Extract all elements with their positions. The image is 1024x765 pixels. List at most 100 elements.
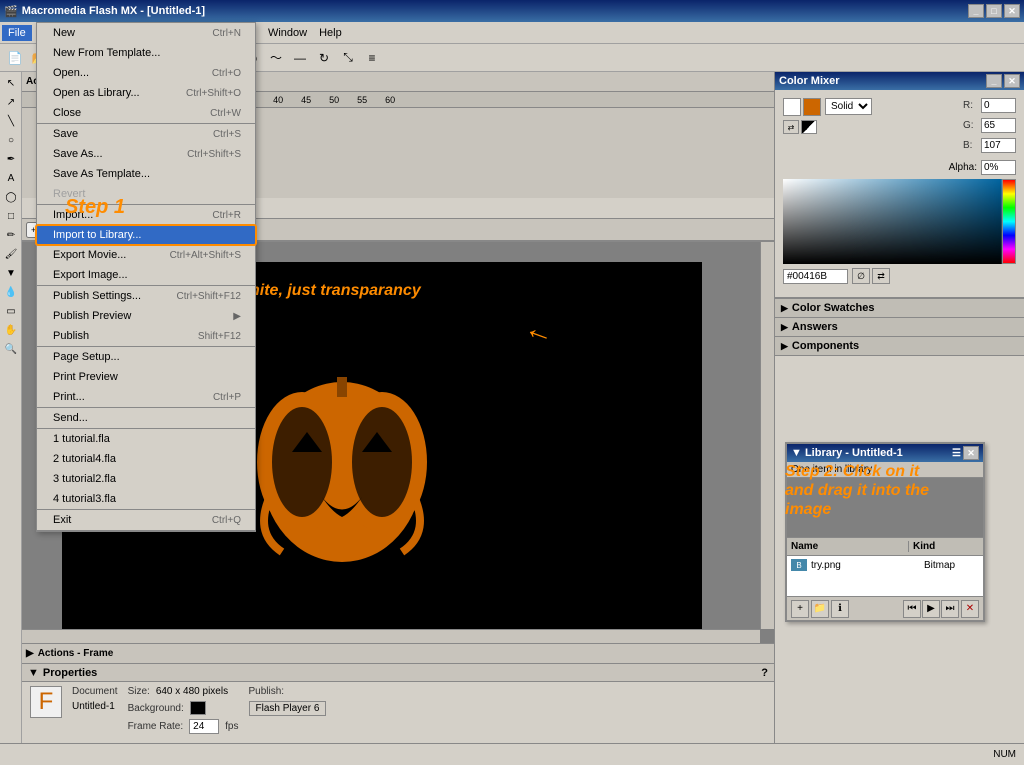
library-panel: ▼ Library - Untitled-1 ☰ ✕ One item in l…	[785, 442, 985, 622]
oval-tool[interactable]: ◯	[2, 188, 20, 206]
menu-recent-4[interactable]: 4 tutorial3.fla	[37, 489, 255, 509]
menu-import-to-library[interactable]: Import to Library...	[37, 225, 255, 245]
menu-save-as-template[interactable]: Save As Template...	[37, 164, 255, 184]
lib-play-button[interactable]: ▶	[922, 600, 940, 618]
scale-button[interactable]: ⤡	[337, 47, 359, 69]
maximize-button[interactable]: □	[986, 4, 1002, 18]
menu-export-movie[interactable]: Export Movie... Ctrl+Alt+Shift+S	[37, 245, 255, 265]
close-button[interactable]: ✕	[1004, 4, 1020, 18]
menu-file[interactable]: File	[2, 25, 32, 41]
vertical-scrollbar[interactable]	[760, 242, 774, 629]
g-input[interactable]	[981, 118, 1016, 133]
eraser-tool[interactable]: ▭	[2, 302, 20, 320]
titlebar-left: 🎬 Macromedia Flash MX - [Untitled-1]	[4, 5, 205, 18]
straighten-button[interactable]: —	[289, 47, 311, 69]
color-swatches-header[interactable]: ▶ Color Swatches	[775, 299, 1024, 317]
text-tool[interactable]: A	[2, 169, 20, 187]
menu-new[interactable]: New Ctrl+N	[37, 23, 255, 43]
menu-send[interactable]: Send...	[37, 408, 255, 428]
swap-colors-button[interactable]: ⇄	[783, 120, 799, 134]
menu-save-shortcut: Ctrl+S	[213, 129, 241, 140]
menu-print[interactable]: Print... Ctrl+P	[37, 387, 255, 407]
menu-save[interactable]: Save Ctrl+S	[37, 124, 255, 144]
lib-properties-button[interactable]: ℹ	[831, 600, 849, 618]
fill-tool[interactable]: ▼	[2, 264, 20, 282]
minimize-button[interactable]: _	[968, 4, 984, 18]
b-input[interactable]	[981, 138, 1016, 153]
menu-publish-settings[interactable]: Publish Settings... Ctrl+Shift+F12	[37, 286, 255, 306]
brush-tool[interactable]: 🖌	[2, 245, 20, 263]
pencil-tool[interactable]: ✏	[2, 226, 20, 244]
swap-button[interactable]: ⇄	[872, 268, 890, 284]
lib-new-folder-button[interactable]: 📁	[811, 600, 829, 618]
titlebar-controls[interactable]: _ □ ✕	[968, 4, 1020, 18]
menu-print-preview[interactable]: Print Preview	[37, 367, 255, 387]
smooth-button[interactable]: 〜	[265, 47, 287, 69]
num-indicator: NUM	[993, 749, 1016, 760]
menu-new-from-template[interactable]: New From Template...	[37, 43, 255, 63]
r-input[interactable]	[981, 98, 1016, 113]
library-options-button[interactable]: ☰	[952, 448, 961, 459]
menu-help[interactable]: Help	[313, 25, 348, 41]
menu-recent-2[interactable]: 2 tutorial4.fla	[37, 449, 255, 469]
color-picker-canvas[interactable]	[783, 179, 1016, 264]
fill-color-swatch[interactable]	[803, 98, 821, 116]
properties-help[interactable]: ?	[761, 667, 768, 679]
menu-window[interactable]: Window	[262, 25, 313, 41]
menu-recent-3[interactable]: 3 tutorial2.fla	[37, 469, 255, 489]
menu-recent-1[interactable]: 1 tutorial.fla	[37, 429, 255, 449]
stroke-color-swatch[interactable]	[783, 98, 801, 116]
menu-open[interactable]: Open... Ctrl+O	[37, 63, 255, 83]
chevron-right-icon: ▶	[781, 303, 788, 314]
new-file-button[interactable]: 📄	[4, 47, 26, 69]
color-mixer-close[interactable]: ✕	[1004, 74, 1020, 88]
menu-save-as[interactable]: Save As... Ctrl+Shift+S	[37, 144, 255, 164]
no-color-button[interactable]: ∅	[852, 268, 870, 284]
align-button[interactable]: ≡	[361, 47, 383, 69]
subselect-tool[interactable]: ↗	[2, 93, 20, 111]
eyedrop-tool[interactable]: 💧	[2, 283, 20, 301]
alpha-input[interactable]	[981, 160, 1016, 175]
framerate-input[interactable]	[189, 719, 219, 734]
prop-size-row: Size: 640 x 480 pixels	[128, 686, 239, 697]
lasso-tool[interactable]: ○	[2, 131, 20, 149]
rotate-button[interactable]: ↻	[313, 47, 335, 69]
hex-input[interactable]	[783, 269, 848, 284]
default-colors-button[interactable]	[801, 120, 817, 134]
zoom-tool[interactable]: 🔍	[2, 340, 20, 358]
menu-publish-preview[interactable]: Publish Preview ▶	[37, 306, 255, 326]
arrow-tool[interactable]: ↖	[2, 74, 20, 92]
rect-tool[interactable]: □	[2, 207, 20, 225]
menu-export-image[interactable]: Export Image...	[37, 265, 255, 285]
lib-forward-button[interactable]: ⏭	[941, 600, 959, 618]
horizontal-scrollbar[interactable]	[22, 629, 760, 643]
lib-rewind-button[interactable]: ⏮	[903, 600, 921, 618]
line-tool[interactable]: ╲	[2, 112, 20, 130]
answers-header[interactable]: ▶ Answers	[775, 318, 1024, 336]
menu-page-setup-label: Page Setup...	[53, 351, 120, 363]
menu-page-setup[interactable]: Page Setup...	[37, 347, 255, 367]
lib-new-symbol-button[interactable]: +	[791, 600, 809, 618]
library-close-button[interactable]: ✕	[963, 446, 979, 460]
menu-save-template-label: Save As Template...	[53, 168, 150, 180]
menu-import[interactable]: Import... Ctrl+R	[37, 205, 255, 225]
menu-export-movie-shortcut: Ctrl+Alt+Shift+S	[170, 250, 241, 261]
pen-tool[interactable]: ✒	[2, 150, 20, 168]
hand-tool[interactable]: ✋	[2, 321, 20, 339]
color-mixer-minimize[interactable]: _	[986, 74, 1002, 88]
alpha-label: Alpha:	[949, 162, 977, 173]
lib-delete-button[interactable]: ✕	[961, 600, 979, 618]
color-mode-dropdown[interactable]: Solid	[825, 98, 872, 115]
menu-exit[interactable]: Exit Ctrl+Q	[37, 510, 255, 530]
components-header[interactable]: ▶ Components	[775, 337, 1024, 355]
bg-color-swatch[interactable]	[190, 701, 206, 715]
menu-revert-label: Revert	[53, 188, 85, 200]
arrow-annotation: →	[517, 318, 557, 360]
menu-open-as-library[interactable]: Open as Library... Ctrl+Shift+O	[37, 83, 255, 103]
hue-slider[interactable]	[1002, 179, 1016, 264]
menu-publish[interactable]: Publish Shift+F12	[37, 326, 255, 346]
menu-close[interactable]: Close Ctrl+W	[37, 103, 255, 123]
library-item[interactable]: B try.png Bitmap	[787, 556, 983, 574]
publish-version-button[interactable]: Flash Player 6	[249, 701, 327, 716]
menu-save-as-label: Save As...	[53, 148, 103, 160]
